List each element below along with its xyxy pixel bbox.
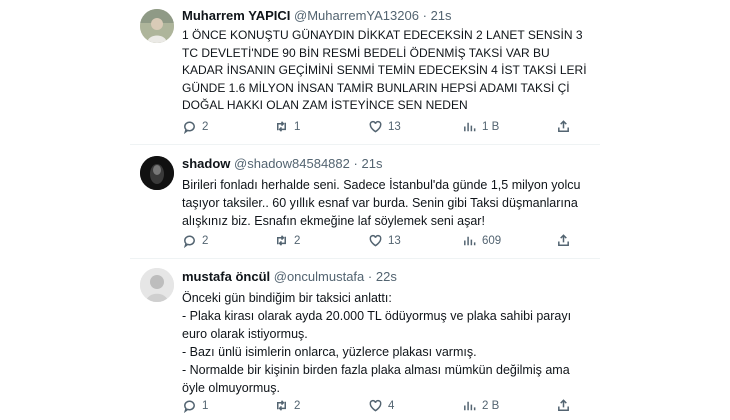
share-icon xyxy=(558,234,569,246)
retweet-button[interactable]: 1 xyxy=(274,119,300,134)
reply-count: 1 xyxy=(202,399,209,412)
tweet[interactable]: Muharrem YAPICI @MuharremYA13206 · 21s 1… xyxy=(130,0,600,144)
tweet[interactable]: mustafa öncül @onculmustafa · 22s Önceki… xyxy=(130,259,600,420)
views-count: 2 B xyxy=(482,399,500,412)
heart-icon xyxy=(369,399,382,412)
tweet[interactable]: shadow @shadow84584882 · 21s Birileri fo… xyxy=(130,145,600,258)
views-count: 609 xyxy=(482,234,502,247)
tweet-actions: 2 1 13 1 B xyxy=(182,119,592,135)
avatar[interactable] xyxy=(140,268,174,302)
share-icon xyxy=(558,399,569,411)
like-count: 13 xyxy=(388,120,401,133)
retweet-count: 2 xyxy=(294,234,301,247)
share-button[interactable] xyxy=(556,233,571,248)
reply-icon xyxy=(183,121,195,134)
reply-button[interactable]: 2 xyxy=(182,119,208,134)
reply-button[interactable]: 2 xyxy=(182,233,208,248)
retweet-button[interactable]: 2 xyxy=(274,233,300,248)
retweet-icon xyxy=(277,400,286,411)
display-name[interactable]: mustafa öncül xyxy=(182,269,270,284)
timestamp[interactable]: 21s xyxy=(361,156,382,171)
retweet-count: 1 xyxy=(294,120,301,133)
views-button[interactable]: 609 xyxy=(462,233,501,248)
tweet-header: mustafa öncül @onculmustafa · 22s xyxy=(182,269,397,284)
user-handle[interactable]: @MuharremYA13206 xyxy=(294,8,419,23)
reply-icon xyxy=(183,235,195,248)
heart-icon xyxy=(369,234,382,247)
retweet-button[interactable]: 2 xyxy=(274,398,300,413)
views-chart-icon xyxy=(464,122,476,132)
tweet-header: shadow @shadow84584882 · 21s xyxy=(182,156,383,171)
views-button[interactable]: 2 B xyxy=(462,398,499,413)
timestamp[interactable]: 22s xyxy=(376,269,397,284)
reply-count: 2 xyxy=(202,120,209,133)
tweet-text: Birileri fonladı herhalde seni. Sadece İ… xyxy=(182,178,581,228)
share-button[interactable] xyxy=(556,398,571,413)
views-chart-icon xyxy=(464,401,476,411)
reply-icon xyxy=(183,400,195,413)
like-count: 13 xyxy=(388,234,401,247)
retweet-count: 2 xyxy=(294,399,301,412)
retweet-icon xyxy=(277,121,286,132)
like-button[interactable]: 13 xyxy=(368,119,401,134)
user-handle[interactable]: @shadow84584882 xyxy=(234,156,350,171)
display-name[interactable]: shadow xyxy=(182,156,230,171)
like-button[interactable]: 4 xyxy=(368,398,394,413)
tweet-text: 1 ÖNCE KONUŞTU GÜNAYDIN DİKKAT EDECEKSİN… xyxy=(182,28,587,112)
tweet-header: Muharrem YAPICI @MuharremYA13206 · 21s xyxy=(182,8,452,23)
tweet-actions: 2 2 13 609 xyxy=(182,233,592,249)
avatar[interactable] xyxy=(140,156,174,190)
tweet-actions: 1 2 4 2 B xyxy=(182,398,592,414)
user-handle[interactable]: @onculmustafa xyxy=(274,269,365,284)
reply-button[interactable]: 1 xyxy=(182,398,208,413)
retweet-icon xyxy=(277,235,286,246)
views-button[interactable]: 1 B xyxy=(462,119,499,134)
like-button[interactable]: 13 xyxy=(368,233,401,248)
share-button[interactable] xyxy=(556,119,571,134)
tweet-text: Önceki gün bindiğim bir taksici anlattı:… xyxy=(182,291,572,395)
share-icon xyxy=(558,120,569,132)
tweet-feed: Muharrem YAPICI @MuharremYA13206 · 21s 1… xyxy=(130,0,600,420)
views-chart-icon xyxy=(464,236,476,246)
like-count: 4 xyxy=(388,399,395,412)
views-count: 1 B xyxy=(482,120,500,133)
avatar[interactable] xyxy=(140,9,174,43)
timestamp[interactable]: 21s xyxy=(431,8,452,23)
heart-icon xyxy=(369,120,382,133)
reply-count: 2 xyxy=(202,234,209,247)
display-name[interactable]: Muharrem YAPICI xyxy=(182,8,290,23)
